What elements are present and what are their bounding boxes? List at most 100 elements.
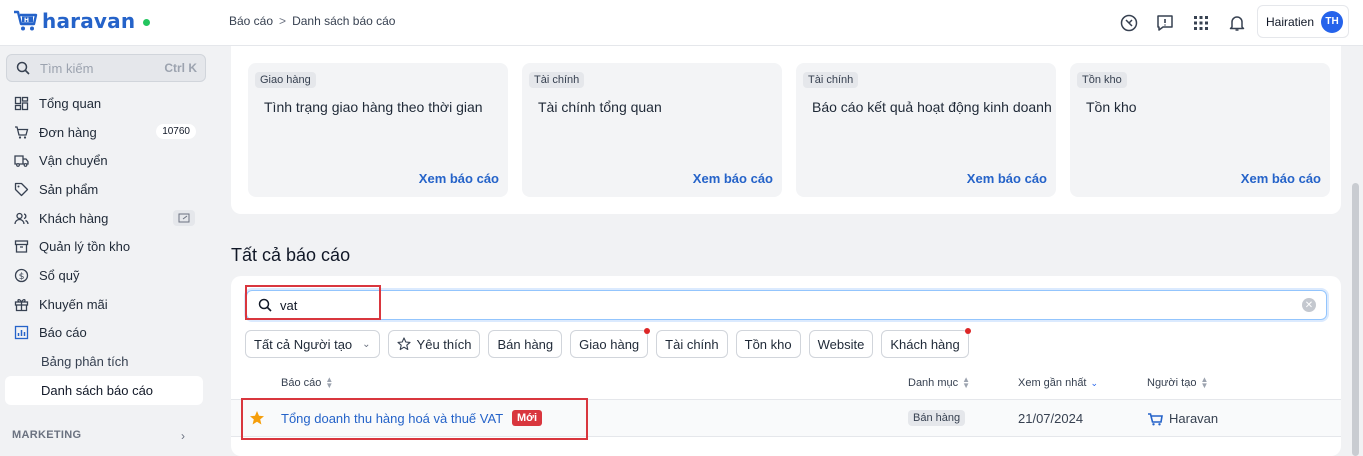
sort-icon: ▲ ▼ xyxy=(962,375,971,390)
filter-chip-finance[interactable]: Tài chính xyxy=(656,330,728,358)
filter-chip-sales[interactable]: Bán hàng xyxy=(488,330,563,358)
report-card[interactable]: Tài chính Tài chính tổng quan Xem báo cá… xyxy=(522,63,782,197)
sidebar-item-inventory[interactable]: Quản lý tồn kho xyxy=(0,232,213,261)
view-report-link[interactable]: Xem báo cáo xyxy=(419,171,499,186)
sidebar-item-orders[interactable]: Đơn hàng 10760 xyxy=(0,118,213,147)
haravan-logo[interactable]: H haravan xyxy=(12,9,151,33)
chip-label: Bán hàng xyxy=(497,336,554,352)
card-category-tag: Tài chính xyxy=(529,72,585,88)
sidebar-subitem-label: Bảng phân tích xyxy=(41,354,129,370)
search-value: vat xyxy=(280,297,298,313)
tag-icon xyxy=(13,181,29,197)
apps-grid-icon[interactable] xyxy=(1189,11,1213,35)
filter-chip-website[interactable]: Website xyxy=(808,330,874,358)
new-indicator-dot xyxy=(644,328,651,334)
sidebar-subitem-label: Danh sách báo cáo xyxy=(41,382,154,398)
card-title: Tài chính tổng quan xyxy=(538,99,662,115)
card-title: Báo cáo kết quả hoạt động kinh doanh xyxy=(812,99,1052,115)
sidebar-search-input[interactable]: Tìm kiếm Ctrl K xyxy=(6,54,206,82)
report-search-input[interactable]: vat ✕ xyxy=(246,290,1327,320)
chip-label: Giao hàng xyxy=(579,336,640,352)
sort-icon: ▲ ▼ xyxy=(325,375,334,390)
cart-icon xyxy=(13,124,29,140)
sidebar-item-overview[interactable]: Tổng quan xyxy=(0,89,213,118)
search-placeholder: Tìm kiếm xyxy=(40,60,94,76)
truck-icon xyxy=(13,153,29,169)
featured-reports-panel: Giao hàng Tình trạng giao hàng theo thời… xyxy=(231,46,1341,214)
report-card[interactable]: Giao hàng Tình trạng giao hàng theo thời… xyxy=(248,63,508,197)
all-reports-panel: vat ✕ Tất cả Người tạo ⌄ Yêu thích Bán h… xyxy=(231,276,1341,456)
breadcrumb: Báo cáo > Danh sách báo cáo xyxy=(229,14,395,28)
column-header-creator[interactable]: Người tạo ▲ ▼ xyxy=(1147,376,1208,390)
creator-filter-dropdown[interactable]: Tất cả Người tạo ⌄ xyxy=(245,330,380,358)
sidebar-item-label: Tổng quan xyxy=(39,95,102,111)
creator-name: Haravan xyxy=(1169,411,1219,426)
view-report-link[interactable]: Xem báo cáo xyxy=(1241,171,1321,186)
breadcrumb-separator: > xyxy=(279,14,287,28)
report-card[interactable]: Tồn kho Tồn kho Xem báo cáo xyxy=(1070,63,1330,197)
dollar-icon: $ xyxy=(13,267,29,283)
sidebar-section-marketing[interactable]: MARKETING xyxy=(12,429,81,441)
chevron-right-icon[interactable]: › xyxy=(181,429,185,443)
breadcrumb-parent[interactable]: Báo cáo xyxy=(229,14,273,28)
sidebar-subitem-report-list[interactable]: Danh sách báo cáo xyxy=(5,375,203,405)
header-actions xyxy=(1117,11,1261,35)
all-reports-title: Tất cả báo cáo xyxy=(231,245,351,265)
table-header: Báo cáo ▲ ▼ Danh mục ▲ ▼ Xem gần nhất ⌄ Ng… xyxy=(231,373,1341,399)
dashboard-icon xyxy=(13,95,29,111)
sidebar-item-label: Quản lý tồn kho xyxy=(39,239,131,255)
top-bar: H haravan Báo cáo > Danh sách báo cáo Ha… xyxy=(0,0,1363,46)
sidebar-item-label: Khuyến mãi xyxy=(39,296,108,312)
search-shortcut: Ctrl K xyxy=(164,61,197,75)
users-icon xyxy=(13,210,29,226)
category-tag: Bán hàng xyxy=(908,410,966,426)
online-status-dot xyxy=(143,18,151,26)
chip-label: Tồn kho xyxy=(744,336,792,352)
feedback-icon[interactable] xyxy=(1153,11,1177,35)
creator-cell: Haravan xyxy=(1147,411,1218,426)
chevron-down-icon: ⌄ xyxy=(362,338,371,350)
column-header-report[interactable]: Báo cáo ▲ ▼ xyxy=(281,375,334,390)
page-scrollbar[interactable] xyxy=(1352,183,1359,456)
column-label: Danh mục xyxy=(908,377,959,389)
filter-chip-customers[interactable]: Khách hàng xyxy=(881,328,971,358)
column-header-last-viewed[interactable]: Xem gần nhất ⌄ xyxy=(1018,377,1098,389)
svg-text:$: $ xyxy=(18,272,24,282)
avatar: TH xyxy=(1321,10,1344,33)
gift-icon xyxy=(13,296,29,312)
sidebar-item-shipping[interactable]: Vận chuyển xyxy=(0,146,213,175)
last-viewed-date: 21/07/2024 xyxy=(1018,411,1084,426)
logo-text: haravan xyxy=(42,9,136,33)
sidebar-item-cashbook[interactable]: $ Sổ quỹ xyxy=(0,261,213,290)
inventory-icon xyxy=(13,239,29,255)
chip-label: Tất cả Người tạo xyxy=(254,336,353,352)
filter-chip-inventory[interactable]: Tồn kho xyxy=(735,330,801,358)
card-category-tag: Tồn kho xyxy=(1077,72,1127,88)
filter-chip-shipping[interactable]: Giao hàng xyxy=(570,328,651,358)
sidebar: Tìm kiếm Ctrl K Tổng quan Đơn hàng 10760… xyxy=(0,46,213,456)
external-link-icon[interactable] xyxy=(173,209,195,226)
help-icon[interactable] xyxy=(1117,11,1141,35)
sidebar-item-reports[interactable]: Báo cáo xyxy=(0,319,213,348)
search-icon xyxy=(16,61,30,75)
clear-search-icon[interactable]: ✕ xyxy=(1302,298,1316,312)
column-header-category[interactable]: Danh mục ▲ ▼ xyxy=(908,375,971,390)
logo-cart-icon: H xyxy=(14,10,38,31)
sidebar-subitem-analytics[interactable]: Bảng phân tích xyxy=(0,347,213,376)
sidebar-item-label: Sổ quỹ xyxy=(39,267,80,283)
view-report-link[interactable]: Xem báo cáo xyxy=(693,171,773,186)
view-report-link[interactable]: Xem báo cáo xyxy=(967,171,1047,186)
report-card[interactable]: Tài chính Báo cáo kết quả hoạt động kinh… xyxy=(796,63,1056,197)
chip-label: Khách hàng xyxy=(890,336,960,352)
breadcrumb-current: Danh sách báo cáo xyxy=(292,14,396,28)
bell-icon[interactable] xyxy=(1225,11,1249,35)
sidebar-item-promotions[interactable]: Khuyến mãi xyxy=(0,290,213,319)
filter-chip-favorites[interactable]: Yêu thích xyxy=(387,330,481,358)
sidebar-item-label: Khách hàng xyxy=(39,210,109,226)
chip-label: Website xyxy=(817,336,865,352)
sidebar-item-products[interactable]: Sản phẩm xyxy=(0,175,213,204)
card-title: Tồn kho xyxy=(1086,99,1137,115)
sidebar-item-customers[interactable]: Khách hàng xyxy=(0,204,213,233)
card-category-tag: Tài chính xyxy=(803,72,859,88)
user-menu-button[interactable]: Hairatien TH xyxy=(1257,5,1349,38)
